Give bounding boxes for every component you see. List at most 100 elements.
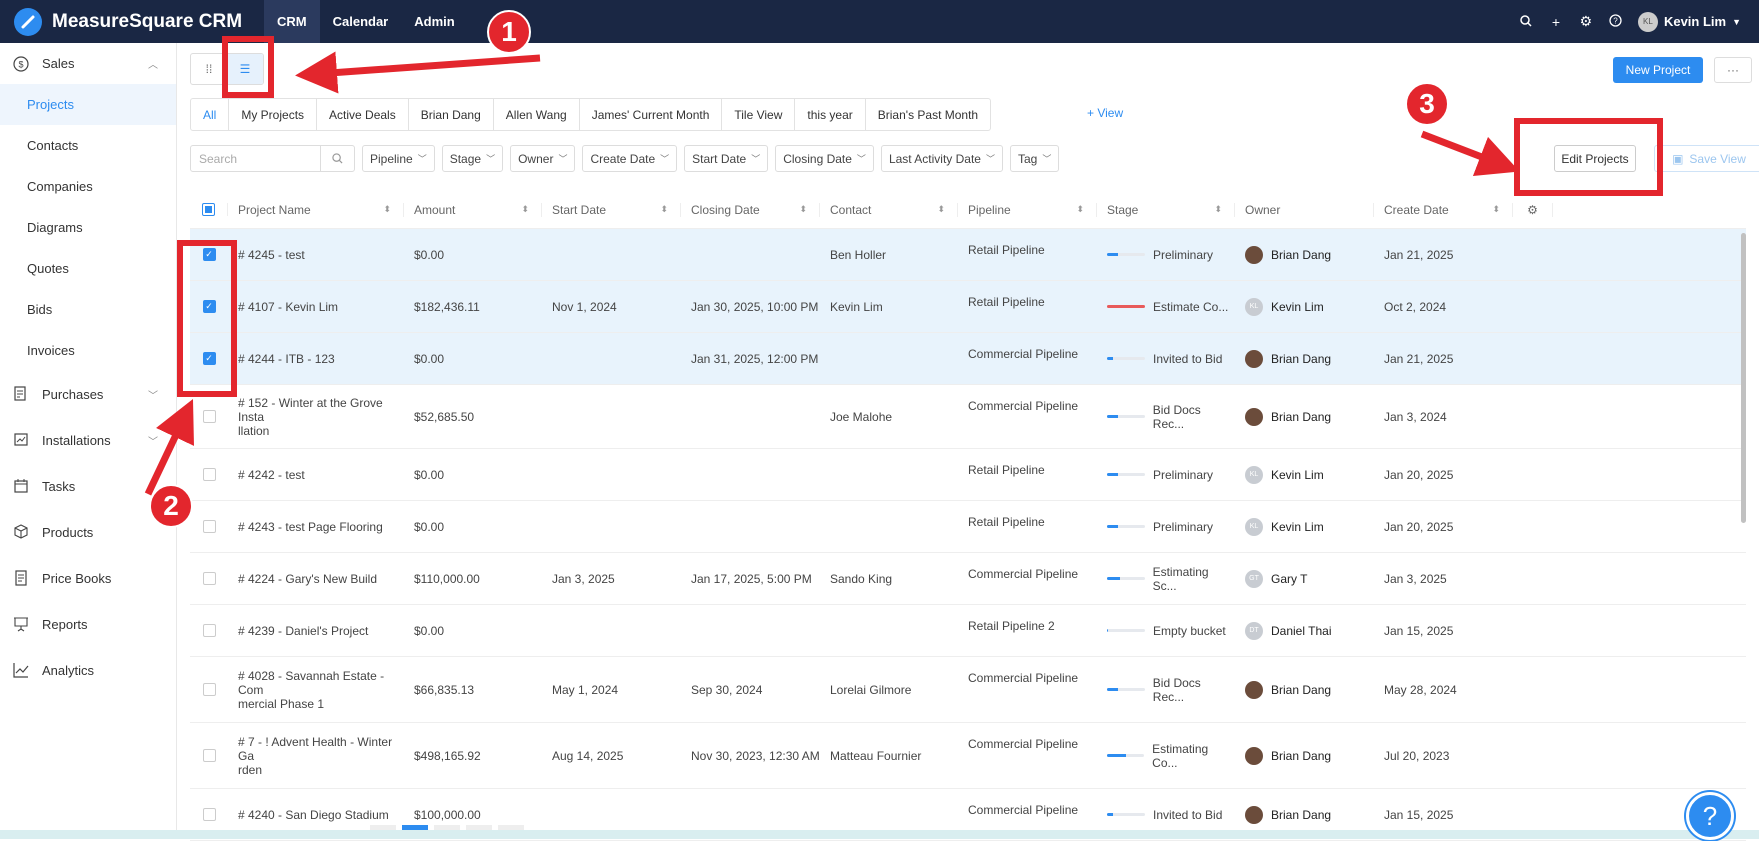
sidebar-item-bids[interactable]: Bids xyxy=(0,289,176,330)
filter-owner[interactable]: Owner ﹀ xyxy=(510,145,576,172)
contact-cell[interactable]: Matteau Fournier xyxy=(820,749,958,763)
sidebar-item-products[interactable]: Products xyxy=(0,509,176,555)
row-checkbox[interactable] xyxy=(190,749,228,762)
scrollbar[interactable] xyxy=(1741,233,1746,523)
table-row[interactable]: # 4243 - test Page Flooring $0.00 Retail… xyxy=(190,501,1746,553)
project-name-link[interactable]: # 152 - Winter at the Grove Insta llatio… xyxy=(228,396,404,438)
col-amount[interactable]: Amount ⬍ xyxy=(404,202,542,217)
col-closing-date[interactable]: Closing Date ⬍ xyxy=(681,202,820,217)
sort-icon[interactable]: ⬍ xyxy=(1492,204,1500,215)
filter-stage[interactable]: Stage ﹀ xyxy=(441,145,504,172)
sidebar-item-contacts[interactable]: Contacts xyxy=(0,125,176,166)
sort-icon[interactable]: ⬍ xyxy=(660,204,668,215)
plus-icon[interactable]: + xyxy=(1548,14,1564,30)
col-stage[interactable]: Stage ⬍ xyxy=(1097,202,1235,217)
col-contact[interactable]: Contact ⬍ xyxy=(820,202,958,217)
row-checkbox[interactable] xyxy=(190,520,228,533)
project-name-link[interactable]: # 4242 - test xyxy=(228,468,404,482)
sort-icon[interactable]: ⬍ xyxy=(1076,204,1084,215)
project-name-link[interactable]: # 4244 - ITB - 123 xyxy=(228,352,404,366)
sidebar-item-diagrams[interactable]: Diagrams xyxy=(0,207,176,248)
tab-active-deals[interactable]: Active Deals xyxy=(317,99,409,130)
table-row[interactable]: # 4242 - test $0.00 Retail Pipeline Prel… xyxy=(190,449,1746,501)
gear-icon[interactable]: ⚙ xyxy=(1578,13,1594,30)
sort-icon[interactable]: ⬍ xyxy=(799,204,807,215)
project-name-link[interactable]: # 4243 - test Page Flooring xyxy=(228,520,404,534)
topnav-admin[interactable]: Admin xyxy=(401,0,467,43)
search-input[interactable]: Search xyxy=(190,145,355,172)
filter-pipeline[interactable]: Pipeline ﹀ xyxy=(362,145,435,172)
filter-create-date[interactable]: Create Date ﹀ xyxy=(582,145,678,172)
row-checkbox[interactable] xyxy=(190,410,228,423)
tab-tile-view[interactable]: Tile View xyxy=(722,99,796,130)
contact-cell[interactable]: Lorelai Gilmore xyxy=(820,683,958,697)
sidebar-item-quotes[interactable]: Quotes xyxy=(0,248,176,289)
column-settings-icon[interactable]: ⚙ xyxy=(1513,202,1553,217)
table-row[interactable]: ✓ # 4244 - ITB - 123 $0.00 Jan 31, 2025,… xyxy=(190,333,1746,385)
sort-icon[interactable]: ⬍ xyxy=(383,204,391,215)
table-row[interactable]: # 152 - Winter at the Grove Insta llatio… xyxy=(190,385,1746,449)
contact-cell[interactable]: Sando King xyxy=(820,572,958,586)
project-name-link[interactable]: # 7 - ! Advent Health - Winter Ga rden xyxy=(228,735,404,777)
table-row[interactable]: # 4239 - Daniel's Project $0.00 Retail P… xyxy=(190,605,1746,657)
col-owner[interactable]: Owner xyxy=(1235,202,1374,217)
tab-james-current-month[interactable]: James' Current Month xyxy=(580,99,723,130)
row-checkbox[interactable] xyxy=(190,572,228,585)
tab-all[interactable]: All xyxy=(191,99,230,130)
row-checkbox[interactable] xyxy=(190,468,228,481)
user-menu[interactable]: KL Kevin Lim ▼ xyxy=(1637,11,1741,32)
col-pipeline[interactable]: Pipeline ⬍ xyxy=(958,202,1097,217)
row-checkbox[interactable] xyxy=(190,624,228,637)
new-project-button[interactable]: New Project xyxy=(1613,57,1703,83)
tab-brian-dang[interactable]: Brian Dang xyxy=(409,99,494,130)
search-icon[interactable] xyxy=(1518,14,1534,30)
sidebar-item-invoices[interactable]: Invoices xyxy=(0,330,176,371)
app-logo[interactable]: MeasureSquare CRM xyxy=(14,7,264,36)
table-row[interactable]: # 7 - ! Advent Health - Winter Ga rden $… xyxy=(190,723,1746,789)
sidebar-item-companies[interactable]: Companies xyxy=(0,166,176,207)
table-row[interactable]: ✓ # 4107 - Kevin Lim $182,436.11 Nov 1, … xyxy=(190,281,1746,333)
col-project-name[interactable]: Project Name ⬍ xyxy=(228,202,404,217)
project-name-link[interactable]: # 4239 - Daniel's Project xyxy=(228,624,404,638)
col-start-date[interactable]: Start Date ⬍ xyxy=(542,202,681,217)
project-name-link[interactable]: # 4028 - Savannah Estate - Com mercial P… xyxy=(228,669,404,711)
filter-last-activity-date[interactable]: Last Activity Date ﹀ xyxy=(880,145,1003,172)
select-all-checkbox[interactable] xyxy=(190,203,228,216)
sort-icon[interactable]: ⬍ xyxy=(937,204,945,215)
tab-allen-wang[interactable]: Allen Wang xyxy=(494,99,580,130)
tab-brians-past-month[interactable]: Brian's Past Month xyxy=(866,99,990,130)
save-view-button[interactable]: ▣ Save View xyxy=(1654,145,1759,172)
project-name-link[interactable]: # 4224 - Gary's New Build xyxy=(228,572,404,586)
contact-cell[interactable]: Joe Malohe xyxy=(820,410,958,424)
tab-my-projects[interactable]: My Projects xyxy=(229,99,318,130)
sidebar-item-purchases[interactable]: Purchases ﹀ xyxy=(0,371,176,417)
table-row[interactable]: # 4224 - Gary's New Build $110,000.00 Ja… xyxy=(190,553,1746,605)
sidebar-item-installations[interactable]: Installations ﹀ xyxy=(0,417,176,463)
filter-tag[interactable]: Tag ﹀ xyxy=(1010,145,1060,172)
tab-this-year[interactable]: this year xyxy=(795,99,866,130)
filter-closing-date[interactable]: Closing Date ﹀ xyxy=(775,145,874,172)
project-name-link[interactable]: # 4240 - San Diego Stadium xyxy=(228,808,404,822)
topnav-calendar[interactable]: Calendar xyxy=(320,0,402,43)
sidebar-item-sales[interactable]: $ Sales ︿ xyxy=(0,43,176,84)
contact-cell[interactable]: Kevin Lim xyxy=(820,300,958,314)
row-checkbox[interactable] xyxy=(190,683,228,696)
contact-cell[interactable]: Ben Holler xyxy=(820,248,958,262)
sidebar-item-analytics[interactable]: Analytics xyxy=(0,647,176,693)
search-icon[interactable] xyxy=(320,146,354,171)
sidebar-item-projects[interactable]: Projects xyxy=(0,84,176,125)
project-name-link[interactable]: # 4107 - Kevin Lim xyxy=(228,300,404,314)
sort-icon[interactable]: ⬍ xyxy=(521,204,529,215)
more-options-button[interactable]: ··· xyxy=(1714,57,1752,83)
table-row[interactable]: # 4028 - Savannah Estate - Com mercial P… xyxy=(190,657,1746,723)
sort-icon[interactable]: ⬍ xyxy=(1214,204,1222,215)
filter-start-date[interactable]: Start Date ﹀ xyxy=(684,145,769,172)
help-icon[interactable]: ? xyxy=(1608,13,1624,30)
col-create-date[interactable]: Create Date ⬍ xyxy=(1374,202,1513,217)
row-checkbox[interactable] xyxy=(190,808,228,821)
table-row[interactable]: ✓ # 4245 - test $0.00 Ben Holler Retail … xyxy=(190,229,1746,281)
sidebar-item-reports[interactable]: Reports xyxy=(0,601,176,647)
sidebar-item-price-books[interactable]: Price Books xyxy=(0,555,176,601)
project-name-link[interactable]: # 4245 - test xyxy=(228,248,404,262)
add-view-button[interactable]: + View xyxy=(1087,106,1123,120)
